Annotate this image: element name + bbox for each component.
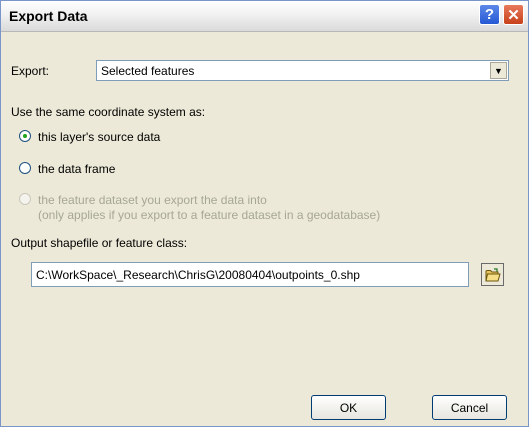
cancel-button[interactable]: Cancel	[432, 395, 507, 420]
coordinate-system-heading: Use the same coordinate system as:	[11, 105, 206, 119]
export-dropdown-value: Selected features	[101, 64, 195, 78]
open-folder-icon	[484, 267, 501, 281]
radio-feature-dataset-note: (only applies if you export to a feature…	[38, 208, 381, 222]
title-bar[interactable]: Export Data ? ✕	[1, 1, 528, 32]
radio-selected-dot	[23, 134, 27, 138]
dialog-title: Export Data	[9, 8, 88, 24]
radio-source-data-label[interactable]: this layer's source data	[38, 130, 160, 144]
output-label: Output shapefile or feature class:	[11, 236, 188, 250]
output-path-value: C:\WorkSpace\_Research\ChrisG\20080404\o…	[36, 268, 360, 282]
output-path-field[interactable]: C:\WorkSpace\_Research\ChrisG\20080404\o…	[31, 262, 469, 287]
radio-source-data[interactable]	[19, 130, 31, 142]
radio-data-frame[interactable]	[19, 162, 31, 174]
help-button[interactable]: ?	[479, 4, 500, 25]
ok-button-label: OK	[339, 400, 358, 415]
export-dropdown[interactable]: Selected features ▼	[96, 60, 509, 81]
radio-feature-dataset-label: the feature dataset you export the data …	[38, 193, 267, 207]
browse-button[interactable]	[481, 263, 504, 286]
export-label: Export:	[11, 64, 50, 78]
radio-data-frame-label[interactable]: the data frame	[38, 162, 115, 176]
radio-feature-dataset	[19, 193, 31, 205]
export-data-dialog: Export Data ? ✕ Export: Selected feature…	[0, 0, 529, 427]
ok-button[interactable]: OK	[311, 395, 386, 420]
close-button[interactable]: ✕	[503, 4, 524, 25]
chevron-down-icon[interactable]: ▼	[490, 62, 507, 79]
cancel-button-label: Cancel	[450, 400, 489, 415]
close-icon: ✕	[507, 6, 520, 24]
help-icon: ?	[484, 6, 495, 23]
